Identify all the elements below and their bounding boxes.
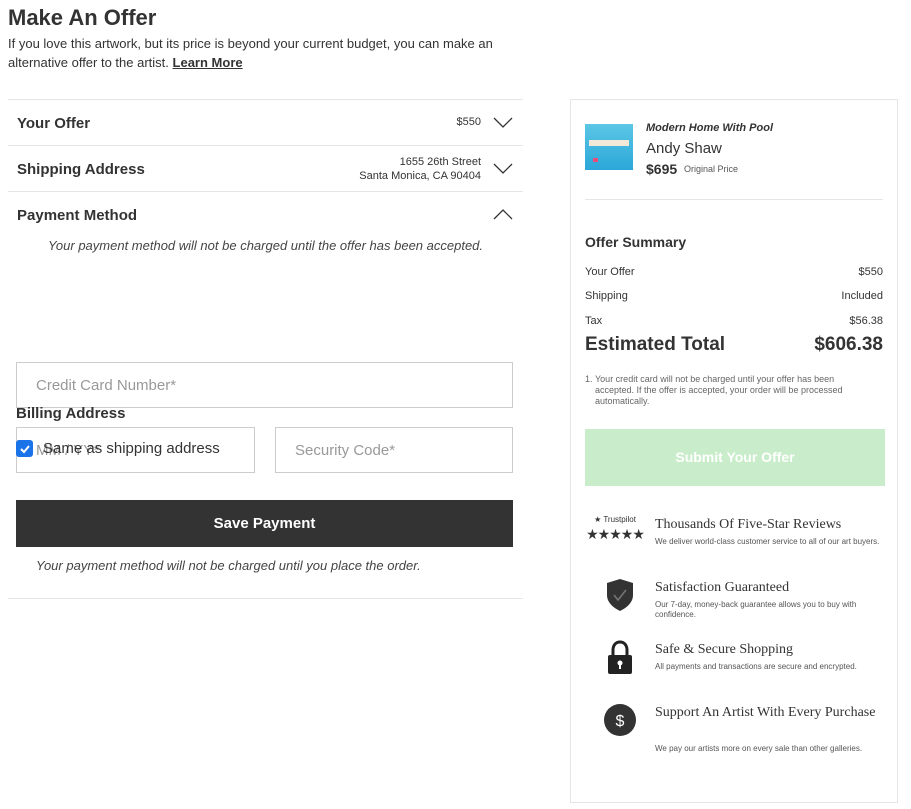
artwork-thumbnail[interactable] xyxy=(585,124,633,170)
summary-row-label: Tax xyxy=(585,315,603,327)
shield-check-icon xyxy=(585,578,655,618)
save-payment-button[interactable]: Save Payment xyxy=(16,500,513,547)
offer-summary-title: Offer Summary xyxy=(585,234,687,250)
credit-card-input[interactable] xyxy=(17,363,512,407)
same-as-shipping-label[interactable]: Same as shipping address xyxy=(43,440,220,457)
trust-title: Thousands Of Five-Star Reviews xyxy=(655,517,842,532)
summary-row-value: Included xyxy=(841,290,883,302)
submit-offer-button[interactable]: Submit Your Offer xyxy=(585,429,885,486)
your-offer-value: $550 xyxy=(456,116,481,128)
page-title: Make An Offer xyxy=(8,5,157,30)
order-summary-panel: Modern Home With Pool Andy Shaw $695 Ori… xyxy=(570,99,898,803)
divider xyxy=(585,199,883,200)
offer-form: Your Offer $550 Shipping Address 1655 26… xyxy=(8,99,523,599)
summary-row-value: $56.38 xyxy=(849,315,883,327)
shipping-line1: 1655 26th Street xyxy=(399,156,481,168)
footnote-number: 1. xyxy=(585,374,593,384)
trustpilot-brand: ★ Trustpilot xyxy=(594,515,636,524)
same-as-shipping-checkbox[interactable] xyxy=(16,440,33,457)
payment-method-section: Payment Method Your payment method will … xyxy=(8,191,523,599)
payment-bottom-note: Your payment method will not be charged … xyxy=(36,558,421,573)
summary-row-label: Your Offer xyxy=(585,266,635,278)
trust-title: Safe & Secure Shopping xyxy=(655,642,794,657)
artwork-artist: Andy Shaw xyxy=(646,140,722,157)
estimated-total-label: Estimated Total xyxy=(585,334,726,355)
trust-item-guarantee: Satisfaction Guaranteed Our 7-day, money… xyxy=(585,578,885,626)
summary-row-value: $550 xyxy=(858,266,883,278)
shipping-line2: Santa Monica, CA 90404 xyxy=(359,170,481,182)
shipping-address-label: Shipping Address xyxy=(17,161,145,178)
intro-copy: If you love this artwork, but its price … xyxy=(8,36,493,70)
same-as-shipping-row[interactable]: Same as shipping address xyxy=(16,440,220,457)
trust-desc: Our 7-day, money-back guarantee allows y… xyxy=(655,600,857,619)
payment-note: Your payment method will not be charged … xyxy=(47,238,484,253)
your-offer-label: Your Offer xyxy=(17,115,91,132)
payment-method-label: Payment Method xyxy=(17,207,138,224)
svg-text:$: $ xyxy=(616,713,625,730)
trustpilot-icon: ★ Trustpilot ★★★★★ xyxy=(580,515,650,555)
trust-item-reviews: ★ Trustpilot ★★★★★ Thousands Of Five-Sta… xyxy=(585,515,885,563)
trust-desc: We deliver world-class customer service … xyxy=(655,537,880,546)
accordion-your-offer[interactable]: Your Offer $550 xyxy=(8,99,523,145)
trust-item-support: $ Support An Artist With Every Purchase … xyxy=(585,703,885,773)
billing-address-title: Billing Address xyxy=(16,405,126,422)
security-code-input[interactable] xyxy=(276,428,512,472)
trust-title: Satisfaction Guaranteed xyxy=(655,580,790,595)
security-code-field[interactable] xyxy=(275,427,513,473)
footnote-text: Your credit card will not be charged unt… xyxy=(595,374,843,406)
chevron-up-icon[interactable] xyxy=(493,206,513,222)
intro-text: If you love this artwork, but its price … xyxy=(8,34,518,72)
summary-footnote: 1. Your credit card will not be charged … xyxy=(585,374,875,407)
accordion-shipping-address[interactable]: Shipping Address 1655 26th Street Santa … xyxy=(8,145,523,191)
thumbnail-house xyxy=(589,140,629,146)
artwork-price: $695 xyxy=(646,161,678,177)
trust-title: Support An Artist With Every Purchase xyxy=(655,705,876,720)
learn-more-link[interactable]: Learn More xyxy=(173,55,243,70)
artwork-price-label: Original Price xyxy=(684,164,739,174)
lock-icon xyxy=(585,640,655,680)
dollar-icon: $ xyxy=(585,703,655,743)
chevron-down-icon[interactable] xyxy=(493,114,513,130)
trust-item-secure: Safe & Secure Shopping All payments and … xyxy=(585,640,885,688)
checkmark-icon xyxy=(19,444,30,453)
trust-desc: We pay our artists more on every sale th… xyxy=(655,744,863,753)
shipping-address-value: 1655 26th Street Santa Monica, CA 90404 xyxy=(359,155,481,183)
artwork-title: Modern Home With Pool xyxy=(646,122,774,134)
trustpilot-stars: ★★★★★ xyxy=(586,526,645,542)
chevron-down-icon[interactable] xyxy=(493,160,513,176)
thumbnail-accent xyxy=(593,158,598,162)
summary-row-label: Shipping xyxy=(585,290,628,302)
trust-desc: All payments and transactions are secure… xyxy=(655,662,857,671)
estimated-total-value: $606.38 xyxy=(814,334,883,355)
credit-card-field[interactable] xyxy=(16,362,513,408)
